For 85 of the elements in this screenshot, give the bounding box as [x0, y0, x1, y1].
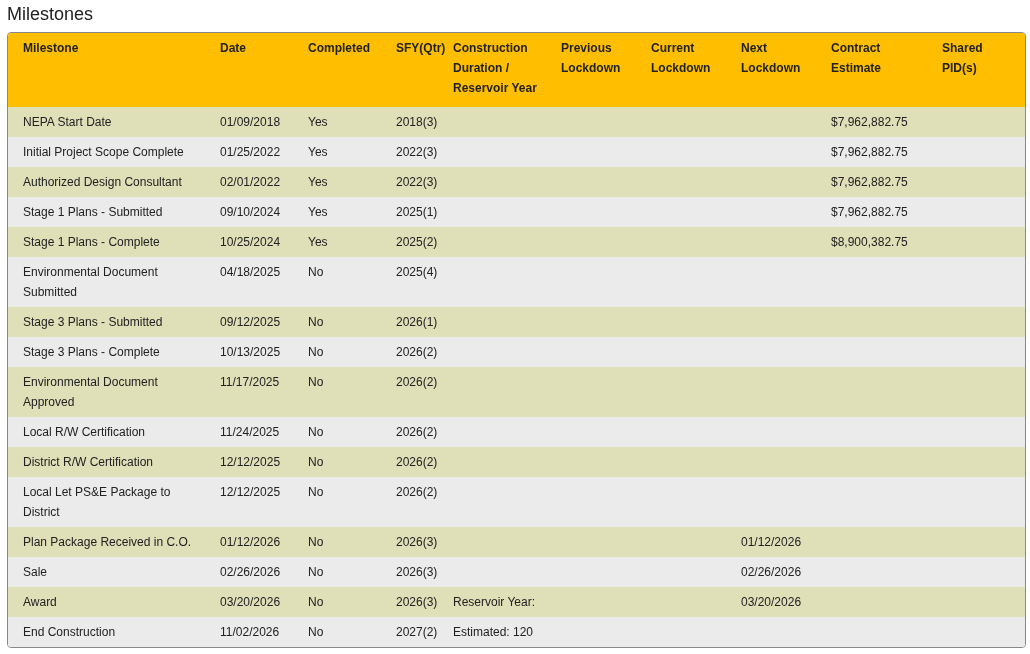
table-cell: Local R/W Certification: [23, 425, 146, 439]
table-cell: No: [308, 535, 324, 549]
table-cell: Yes: [308, 175, 328, 189]
table-cell: 09/10/2024: [220, 205, 281, 219]
table-cell: No: [308, 485, 324, 499]
column-header: SFY(Qtr): [396, 41, 446, 55]
table-cell: 02/26/2026: [741, 565, 802, 579]
table-cell: 02/26/2026: [220, 565, 281, 579]
table-cell: Stage 1 Plans - Submitted: [23, 205, 163, 219]
table-cell: No: [308, 455, 324, 469]
table-cell: 2026(2): [396, 345, 438, 359]
table-cell: 12/12/2025: [220, 455, 281, 469]
table-cell: 03/20/2026: [741, 595, 802, 609]
section-title: Milestones: [7, 3, 95, 26]
table-cell: 2022(3): [396, 145, 438, 159]
column-header: Construction Duration / Reservoir Year: [453, 41, 537, 95]
table-cell: Stage 1 Plans - Complete: [23, 235, 160, 249]
table-cell: Initial Project Scope Complete: [23, 145, 184, 159]
table-cell: 2026(1): [396, 315, 438, 329]
table-cell: End Construction: [23, 625, 116, 639]
table-cell: Yes: [308, 235, 328, 249]
table-cell: 2025(1): [396, 205, 438, 219]
table-cell: 09/12/2025: [220, 315, 281, 329]
column-header: Shared PID(s): [942, 41, 983, 75]
table-cell: 2018(3): [396, 115, 438, 129]
column-header: Completed: [308, 41, 370, 55]
table-cell: No: [308, 565, 324, 579]
table-cell: 02/01/2022: [220, 175, 281, 189]
table-cell: Authorized Design Consultant: [23, 175, 182, 189]
table-cell: $7,962,882.75: [831, 145, 908, 159]
table-cell: No: [308, 265, 324, 279]
table-cell: 10/13/2025: [220, 345, 281, 359]
table-cell: 01/25/2022: [220, 145, 281, 159]
table-cell: 2027(2): [396, 625, 438, 639]
table-cell: Yes: [308, 115, 328, 129]
table-cell: 10/25/2024: [220, 235, 281, 249]
table-cell: 01/12/2026: [220, 535, 281, 549]
table-cell: Local Let PS&E Package to District: [23, 485, 171, 519]
table-cell: No: [308, 375, 324, 389]
table-cell: No: [308, 625, 324, 639]
table-cell: 03/20/2026: [220, 595, 281, 609]
table-cell: Yes: [308, 205, 328, 219]
table-cell: 2026(3): [396, 565, 438, 579]
table-cell: 2026(2): [396, 455, 438, 469]
table-cell: 04/18/2025: [220, 265, 281, 279]
table-cell: 2026(2): [396, 485, 438, 499]
table-cell: Sale: [23, 565, 48, 579]
table-cell: Estimated: 120: [453, 625, 534, 639]
table-cell: Reservoir Year:: [453, 595, 536, 609]
table-cell: Environmental Document Submitted: [23, 265, 158, 299]
table-cell: $7,962,882.75: [831, 205, 908, 219]
column-header: Milestone: [23, 41, 79, 55]
table-cell: $8,900,382.75: [831, 235, 908, 249]
table-cell: Plan Package Received in C.O.: [23, 535, 192, 549]
table-cell: Yes: [308, 145, 328, 159]
table-cell: Stage 3 Plans - Complete: [23, 345, 160, 359]
table-cell: 01/12/2026: [741, 535, 802, 549]
table-cell: 2025(2): [396, 235, 438, 249]
column-header: Current Lockdown: [651, 41, 711, 75]
table-cell: Award: [23, 595, 57, 609]
table-cell: No: [308, 595, 324, 609]
table-cell: 11/17/2025: [220, 375, 280, 389]
column-header: Previous Lockdown: [561, 41, 621, 75]
table-cell: No: [308, 425, 324, 439]
column-header: Next Lockdown: [741, 41, 801, 75]
column-header: Date: [220, 41, 246, 55]
column-header: Contract Estimate: [831, 41, 882, 75]
table-cell: $7,962,882.75: [831, 175, 908, 189]
table-cell: 2025(4): [396, 265, 438, 279]
table-cell: 2022(3): [396, 175, 438, 189]
table-cell: $7,962,882.75: [831, 115, 908, 129]
table-cell: No: [308, 345, 324, 359]
table-cell: Stage 3 Plans - Submitted: [23, 315, 163, 329]
table-cell: 11/24/2025: [220, 425, 280, 439]
table-cell: 12/12/2025: [220, 485, 281, 499]
table-cell: No: [308, 315, 324, 329]
table-cell: 2026(3): [396, 535, 438, 549]
table-cell: 2026(2): [396, 375, 438, 389]
table-cell: Environmental Document Approved: [23, 375, 158, 409]
table-cell: 11/02/2026: [220, 625, 280, 639]
table-cell: NEPA Start Date: [23, 115, 112, 129]
table-cell: 2026(2): [396, 425, 438, 439]
table-cell: 01/09/2018: [220, 115, 281, 129]
table-cell: 2026(3): [396, 595, 438, 609]
table-cell: District R/W Certification: [23, 455, 153, 469]
